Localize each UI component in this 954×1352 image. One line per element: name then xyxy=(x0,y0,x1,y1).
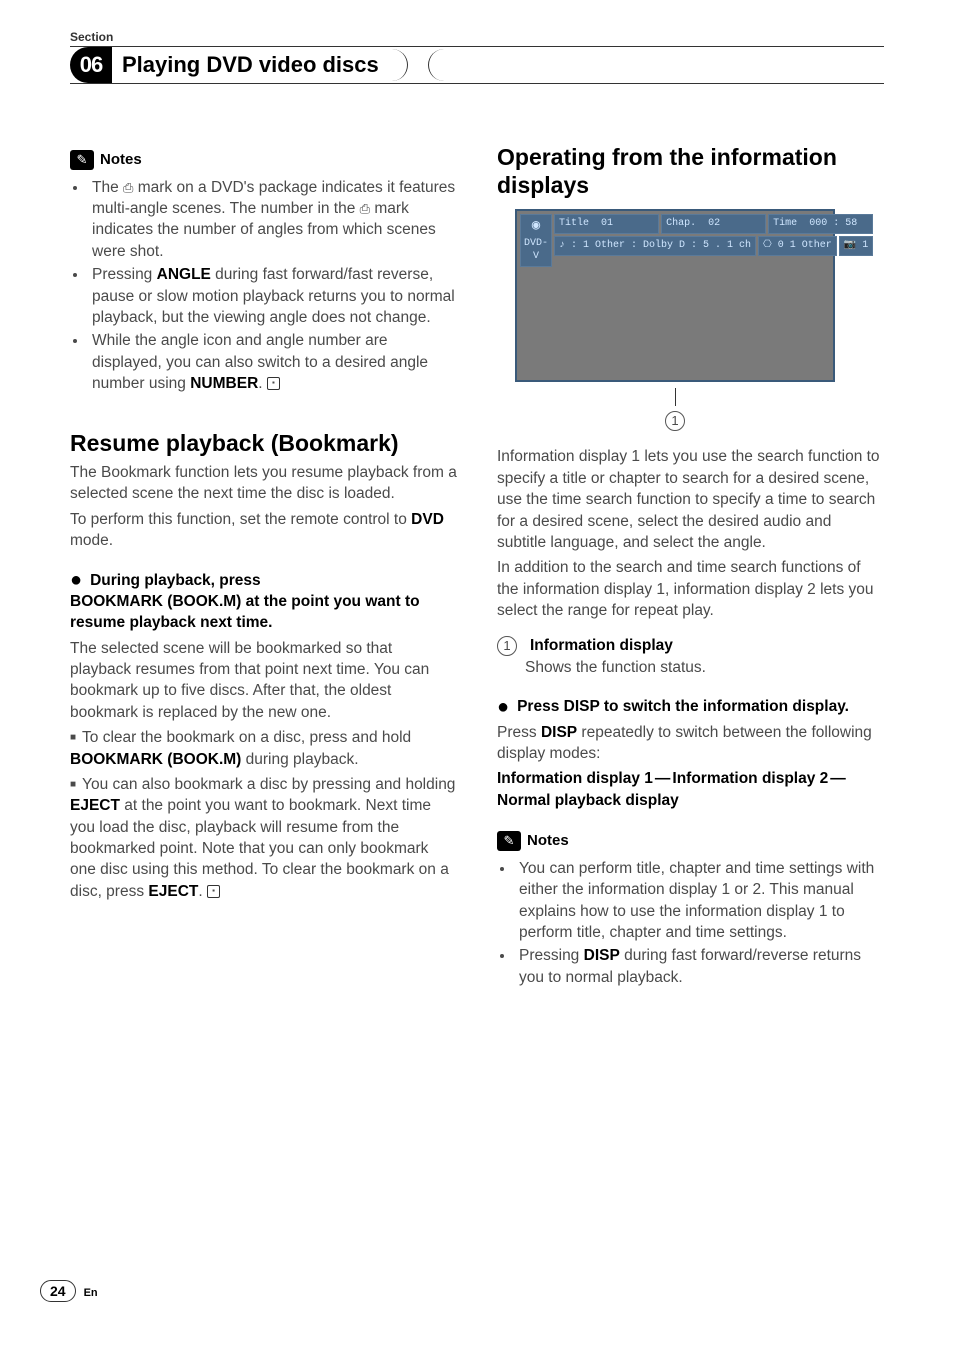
notes-list: You can perform title, chapter and time … xyxy=(497,858,884,988)
pencil-note-icon: ✎ xyxy=(497,831,521,851)
definition-item: 1 Information display Shows the function… xyxy=(497,635,884,678)
page-footer: 24 En xyxy=(40,1280,98,1302)
chapter-title: Playing DVD video discs xyxy=(122,52,379,78)
callout-number: 1 xyxy=(665,411,685,431)
header-cap-icon xyxy=(428,49,449,81)
page-number: 24 xyxy=(40,1280,76,1302)
dvd-display-figure: ◉ DVD-V Title 01 Chap. 02 Time 000 : 58 … xyxy=(515,209,835,431)
notes-heading: Notes xyxy=(100,150,142,171)
section-number: 06 xyxy=(70,47,112,83)
notes-heading: Notes xyxy=(527,831,569,852)
step-heading: ●During playback, press BOOKMARK (BOOK.M… xyxy=(70,570,457,634)
square-bullet-icon: ■ xyxy=(70,779,76,790)
operating-heading: Operating from the information displays xyxy=(497,144,884,199)
notes-list: The ⎙ mark on a DVD's package indicates … xyxy=(70,177,457,395)
list-item: Pressing ANGLE during fast forward/fast … xyxy=(88,264,457,328)
body-text: The selected scene will be bookmarked so… xyxy=(70,638,457,724)
pencil-note-icon: ✎ xyxy=(70,150,94,170)
chapter-cell: Chap. 02 xyxy=(661,214,766,234)
square-bullet-icon: ■ xyxy=(70,732,76,743)
language-code: En xyxy=(84,1287,98,1299)
multi-angle-icon: ⎙ xyxy=(123,179,133,197)
audio-cell: ♪ : 1 Other : Dolby D : 5 . 1 ch xyxy=(554,236,756,256)
list-item: You can perform title, chapter and time … xyxy=(515,858,884,944)
bullet-icon: ● xyxy=(497,696,509,718)
list-item: Pressing DISP during fast forward/revers… xyxy=(515,945,884,988)
angle-cell: 📷 1 xyxy=(839,236,873,256)
title-cell: Title 01 xyxy=(554,214,659,234)
header-cap-icon xyxy=(387,49,408,81)
list-item: While the angle icon and angle number ar… xyxy=(88,330,457,394)
callout-line-icon xyxy=(675,388,676,406)
left-column: ✎ Notes The ⎙ mark on a DVD's package in… xyxy=(70,144,457,990)
sub-item: ■To clear the bookmark on a disc, press … xyxy=(70,727,457,770)
resume-heading: Resume playback (Bookmark) xyxy=(70,430,457,458)
multi-angle-icon: ⎙ xyxy=(360,200,370,218)
right-column: Operating from the information displays … xyxy=(497,144,884,990)
sub-item: ■You can also bookmark a disc by pressin… xyxy=(70,774,457,902)
mode-sequence: Information display 1—Information displa… xyxy=(497,768,884,811)
list-item: The ⎙ mark on a DVD's package indicates … xyxy=(88,177,457,263)
section-end-icon: ▪ xyxy=(267,377,280,390)
body-text: In addition to the search and time searc… xyxy=(497,557,884,621)
subtitle-cell: ⎔ 0 1 Other xyxy=(758,236,837,256)
body-text: To perform this function, set the remote… xyxy=(70,509,457,552)
section-label: Section xyxy=(70,30,884,44)
step-heading: ●Press DISP to switch the information di… xyxy=(497,696,884,717)
section-end-icon: ▪ xyxy=(207,885,220,898)
time-cell: Time 000 : 58 xyxy=(768,214,873,234)
bullet-icon: ● xyxy=(70,569,82,591)
item-number: 1 xyxy=(497,636,517,656)
disc-icon: ◉ xyxy=(524,217,548,236)
body-text: Information display 1 lets you use the s… xyxy=(497,446,884,553)
disc-type-cell: ◉ DVD-V xyxy=(520,214,552,267)
page-header: 06 Playing DVD video discs xyxy=(70,46,884,84)
body-text: Press DISP repeatedly to switch between … xyxy=(497,722,884,765)
body-text: The Bookmark function lets you resume pl… xyxy=(70,462,457,505)
